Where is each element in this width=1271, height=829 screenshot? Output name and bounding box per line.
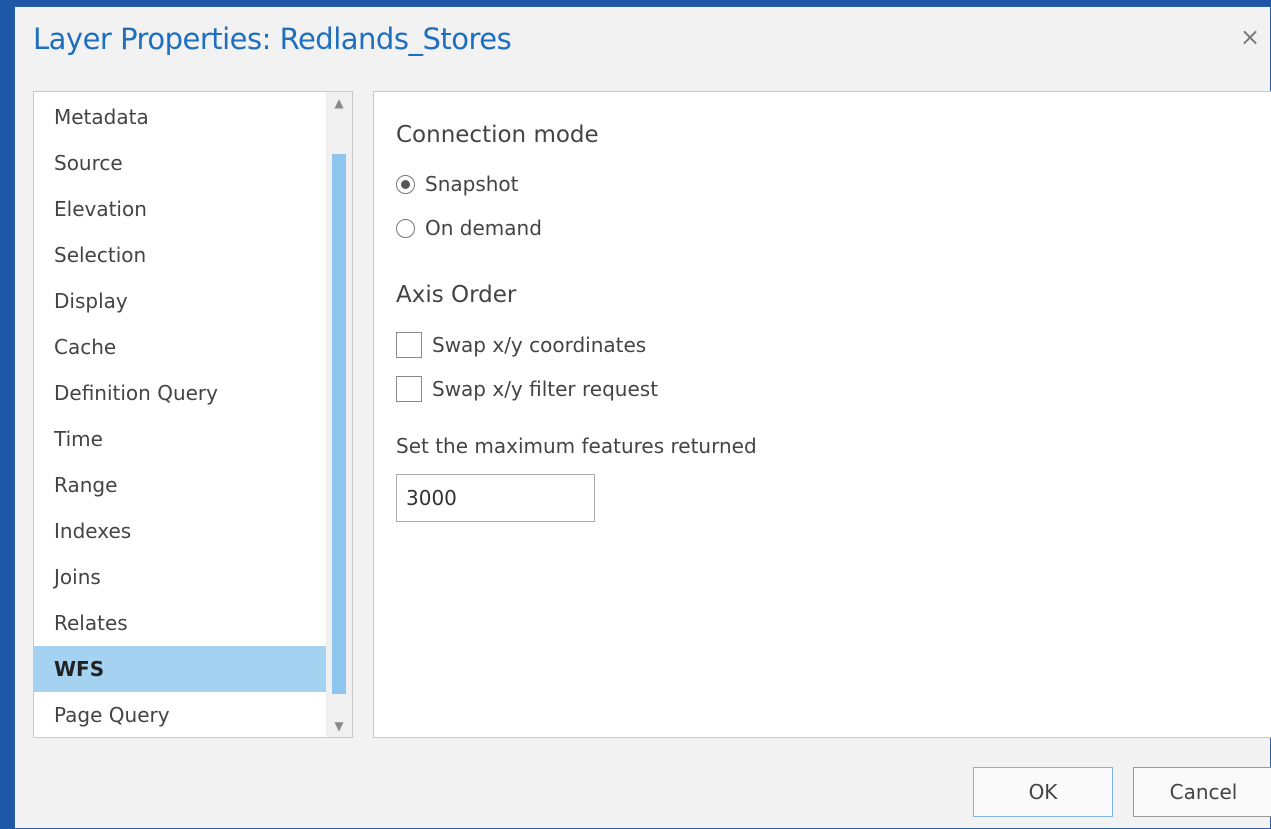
swap-xy-filter-label: Swap x/y filter request (432, 377, 659, 401)
nav-item-selection[interactable]: Selection (34, 232, 327, 278)
max-features-label: Set the maximum features returned (396, 434, 757, 458)
properties-nav-list: Metadata Source Elevation Selection Disp… (33, 91, 353, 738)
on-demand-radio[interactable] (396, 218, 415, 238)
connection-mode-heading: Connection mode (396, 122, 599, 148)
swap-xy-filter-checkbox[interactable] (396, 376, 422, 402)
nav-items: Metadata Source Elevation Selection Disp… (34, 92, 327, 737)
nav-scrollbar[interactable]: ▲ ▼ (326, 92, 352, 737)
cancel-button[interactable]: Cancel (1133, 767, 1271, 817)
nav-item-definition-query[interactable]: Definition Query (34, 370, 327, 416)
nav-item-elevation[interactable]: Elevation (34, 186, 327, 232)
nav-item-joins[interactable]: Joins (34, 554, 327, 600)
nav-item-source[interactable]: Source (34, 140, 327, 186)
swap-xy-coordinates-label: Swap x/y coordinates (432, 333, 647, 357)
nav-item-metadata[interactable]: Metadata (34, 94, 327, 140)
nav-item-relates[interactable]: Relates (34, 600, 327, 646)
layer-properties-dialog: Layer Properties: Redlands_Stores × Meta… (14, 6, 1271, 829)
snapshot-radio-option[interactable]: Snapshot (396, 172, 519, 196)
ok-button[interactable]: OK (973, 767, 1113, 817)
scroll-track[interactable] (332, 114, 346, 715)
snapshot-label: Snapshot (425, 172, 519, 196)
on-demand-radio-option[interactable]: On demand (396, 216, 542, 240)
scroll-down-icon[interactable]: ▼ (326, 715, 352, 737)
swap-xy-coordinates-checkbox[interactable] (396, 332, 422, 358)
dialog-title: Layer Properties: Redlands_Stores (33, 22, 512, 56)
snapshot-radio[interactable] (396, 174, 415, 194)
scroll-up-icon[interactable]: ▲ (326, 92, 352, 114)
axis-order-heading: Axis Order (396, 282, 517, 308)
swap-xy-coordinates-option[interactable]: Swap x/y coordinates (396, 332, 646, 358)
nav-item-page-query[interactable]: Page Query (34, 692, 327, 737)
on-demand-label: On demand (425, 216, 542, 240)
scroll-thumb[interactable] (332, 154, 346, 694)
nav-item-indexes[interactable]: Indexes (34, 508, 327, 554)
max-features-input[interactable] (396, 474, 595, 522)
nav-item-wfs[interactable]: WFS (34, 646, 327, 692)
nav-item-display[interactable]: Display (34, 278, 327, 324)
nav-item-range[interactable]: Range (34, 462, 327, 508)
close-icon[interactable]: × (1238, 25, 1262, 49)
wfs-settings-panel: Connection mode Snapshot On demand Axis … (373, 91, 1271, 738)
swap-xy-filter-option[interactable]: Swap x/y filter request (396, 376, 658, 402)
nav-item-cache[interactable]: Cache (34, 324, 327, 370)
nav-item-time[interactable]: Time (34, 416, 327, 462)
